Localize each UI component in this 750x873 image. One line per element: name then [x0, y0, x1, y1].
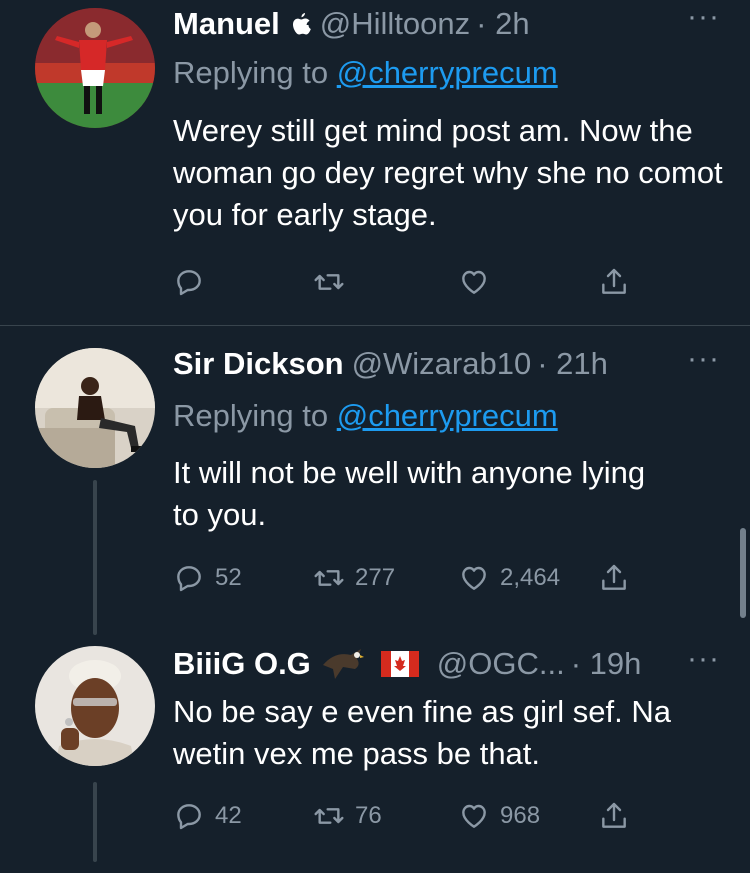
reply-icon: [177, 566, 201, 592]
author-name[interactable]: Manuel: [173, 6, 280, 42]
tweet-manuel[interactable]: Manuel @Hilltoonz · 2h ··· Replying to @…: [0, 0, 750, 325]
share-icon: [602, 802, 626, 828]
retweet-count: 277: [355, 564, 396, 591]
tweet-time[interactable]: · 19h: [571, 646, 642, 682]
author-handle[interactable]: @Hilltoonz: [320, 6, 470, 42]
author-handle[interactable]: @Wizarab10: [352, 346, 532, 382]
tweet-text: It will not be well with anyone lying to…: [173, 455, 646, 532]
author-handle[interactable]: @OGC...: [437, 646, 565, 682]
like-button[interactable]: 2,464: [458, 558, 560, 598]
tweet-sir-dickson[interactable]: Sir Dickson @Wizarab10 · 21h ··· Replyin…: [0, 326, 750, 636]
replying-to-label: Replying to: [173, 55, 329, 90]
avatar[interactable]: [35, 348, 155, 468]
share-icon: [602, 268, 626, 294]
reply-button[interactable]: [173, 262, 215, 302]
reply-button[interactable]: 42: [173, 796, 242, 836]
canada-flag-icon: [380, 651, 419, 677]
reply-to-link[interactable]: @cherryprecum: [337, 398, 558, 433]
tweet-biiig-og[interactable]: BiiiG O.G @OGC... · 19h ··· No be say e …: [0, 636, 750, 873]
reply-count: 52: [215, 564, 242, 591]
heart-icon: [462, 804, 486, 828]
reply-icon: [177, 270, 201, 296]
thread-line: [93, 480, 97, 635]
tweet-text: No be say e even fine as girl sef. Na we…: [173, 694, 671, 771]
eagle-emoji-icon: [321, 645, 365, 683]
reply-count: 42: [215, 802, 242, 829]
tweet-actions: 42 76 968: [173, 796, 653, 836]
avatar[interactable]: [35, 646, 155, 766]
more-options-icon[interactable]: ···: [687, 0, 720, 34]
like-count: 968: [500, 802, 541, 829]
more-options-icon[interactable]: ···: [687, 342, 720, 376]
share-button[interactable]: [598, 796, 630, 836]
reply-button[interactable]: 52: [173, 558, 242, 598]
retweet-icon: [314, 570, 344, 586]
replying-to: Replying to @cherryprecum: [173, 55, 558, 91]
tweet-time[interactable]: · 21h: [537, 346, 608, 382]
retweet-count: 76: [355, 802, 382, 829]
author-name[interactable]: Sir Dickson: [173, 346, 344, 382]
retweet-button[interactable]: 277: [313, 558, 395, 598]
reply-icon: [177, 804, 201, 830]
thread-line: [93, 782, 97, 862]
heart-icon: [462, 270, 486, 294]
share-button[interactable]: [598, 558, 630, 598]
tweet-time[interactable]: · 2h: [476, 6, 529, 42]
scrollbar[interactable]: [740, 528, 746, 618]
tweet-text: Werey still get mind post am. Now the wo…: [173, 113, 723, 232]
retweet-icon: [314, 274, 344, 290]
retweet-button[interactable]: 76: [313, 796, 382, 836]
like-button[interactable]: 968: [458, 796, 540, 836]
tweet-actions: [173, 262, 653, 302]
author-name[interactable]: BiiiG O.G: [173, 646, 311, 682]
share-button[interactable]: [598, 262, 630, 302]
heart-icon: [462, 566, 486, 590]
like-count: 2,464: [500, 564, 561, 591]
replying-to: Replying to @cherryprecum: [173, 398, 558, 434]
like-button[interactable]: [458, 262, 500, 302]
retweet-button[interactable]: [313, 262, 355, 302]
reply-to-link[interactable]: @cherryprecum: [337, 55, 558, 90]
avatar[interactable]: [35, 8, 155, 128]
share-icon: [602, 564, 626, 590]
apple-logo-icon: [290, 11, 312, 37]
replying-to-label: Replying to: [173, 398, 329, 433]
retweet-icon: [314, 808, 344, 824]
tweet-actions: 52 277 2,464: [173, 558, 653, 598]
more-options-icon[interactable]: ···: [687, 642, 720, 676]
